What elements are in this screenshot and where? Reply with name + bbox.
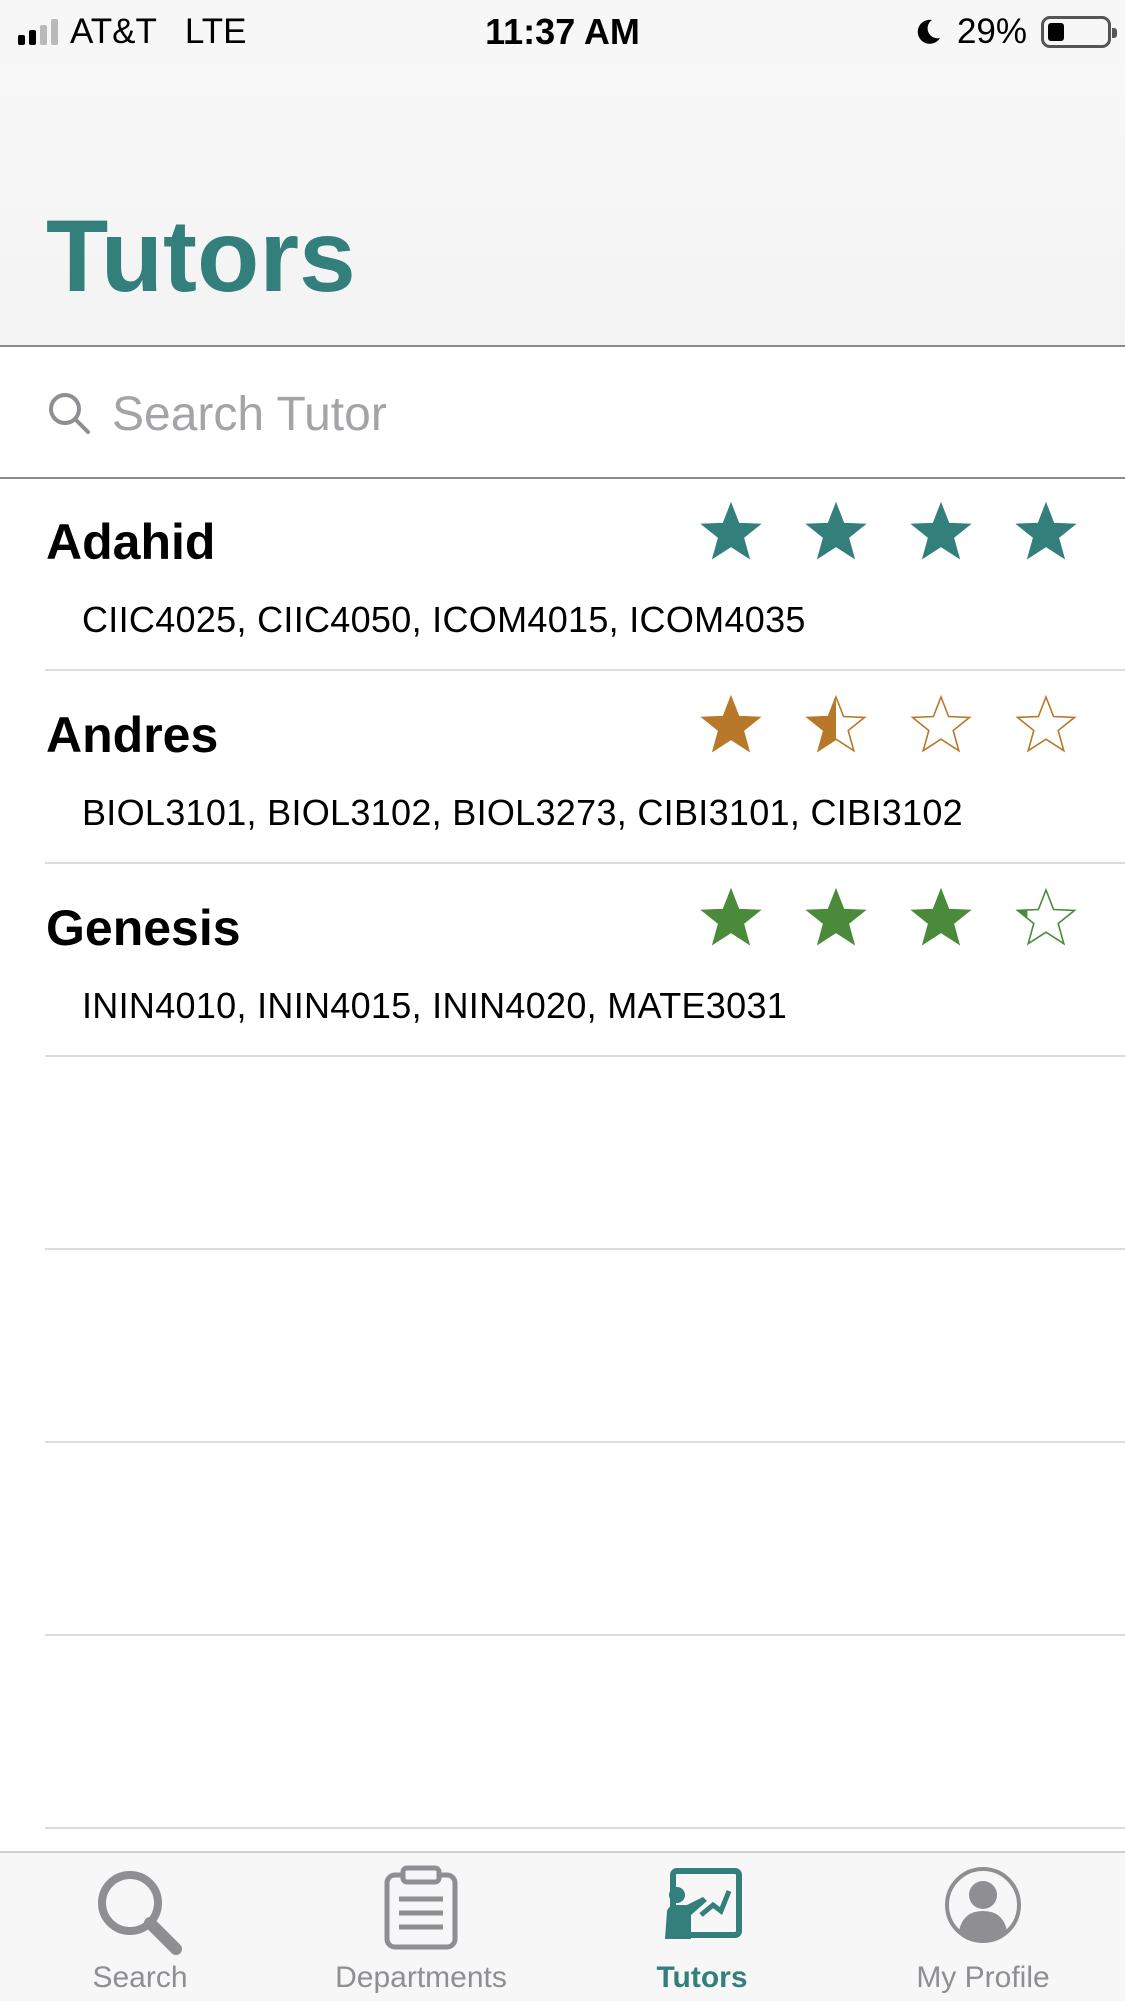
tab-label: My Profile: [916, 1961, 1050, 1994]
search-icon: [98, 1871, 182, 1955]
star-filled-icon: [910, 887, 972, 946]
row-separator: [45, 862, 1125, 864]
star-filled-icon: [805, 501, 867, 560]
star-partial-icon: [805, 694, 867, 753]
tutor-courses: ININ4010, ININ4015, ININ4020, MATE3031: [82, 985, 788, 1026]
tab-label: Search: [92, 1961, 188, 1994]
tab-departments[interactable]: Departments: [281, 1853, 561, 2003]
empty-row: [0, 1058, 1125, 1250]
tutor-row[interactable]: Andres BIOL3101, BIOL3102, BIOL3273, CIB…: [0, 672, 1125, 864]
star-filled-icon: [805, 887, 867, 946]
tab-tutors[interactable]: Tutors: [562, 1853, 842, 2003]
tab-bar: Search Departments Tutors My Profile: [0, 1851, 1125, 2001]
search-icon: [49, 393, 90, 434]
row-separator: [45, 1441, 1125, 1443]
empty-row: [0, 1251, 1125, 1443]
tab-my-profile[interactable]: My Profile: [843, 1853, 1123, 2003]
star-empty-icon: [1015, 694, 1077, 753]
tutor-board-icon: [665, 1868, 742, 1939]
search-bar: [0, 347, 1125, 479]
search-input[interactable]: [110, 381, 1014, 447]
star-filled-icon: [700, 501, 762, 560]
tutor-row[interactable]: Genesis ININ4010, ININ4015, ININ4020, MA…: [0, 865, 1125, 1057]
row-separator: [45, 1827, 1125, 1829]
tab-label: Tutors: [656, 1961, 748, 1994]
status-bar: AT&T LTE 11:37 AM 29%: [0, 0, 1125, 62]
empty-row: [0, 1637, 1125, 1829]
tab-label: Departments: [335, 1961, 507, 1994]
battery-percent: 29%: [956, 12, 1027, 51]
star-filled-icon: [910, 501, 972, 560]
star-partial-icon: [1015, 887, 1077, 946]
tutor-name: Adahid: [46, 514, 216, 570]
row-separator: [45, 669, 1125, 671]
row-separator: [45, 1248, 1125, 1250]
row-separator: [45, 1634, 1125, 1636]
do-not-disturb-moon-icon: [917, 19, 940, 44]
profile-icon: [945, 1867, 1021, 1943]
page-title: Tutors: [46, 199, 356, 313]
star-filled-icon: [1015, 501, 1077, 560]
star-filled-icon: [700, 887, 762, 946]
navigation-header: Tutors: [0, 62, 1125, 347]
tutor-row[interactable]: Adahid CIIC4025, CIIC4050, ICOM4015, ICO…: [0, 479, 1125, 671]
tab-search[interactable]: Search: [0, 1853, 280, 2003]
star-filled-icon: [700, 694, 762, 753]
tutor-courses: CIIC4025, CIIC4050, ICOM4015, ICOM4035: [82, 599, 806, 640]
tutor-name: Andres: [46, 707, 219, 763]
tutor-name: Genesis: [46, 900, 241, 956]
status-right: 29%: [913, 10, 1117, 54]
battery-icon: [1041, 16, 1117, 48]
empty-row: [0, 1444, 1125, 1636]
star-empty-icon: [910, 694, 972, 753]
tutor-courses: BIOL3101, BIOL3102, BIOL3273, CIBI3101, …: [82, 792, 963, 833]
clipboard-icon: [384, 1865, 458, 1950]
row-separator: [45, 1055, 1125, 1057]
